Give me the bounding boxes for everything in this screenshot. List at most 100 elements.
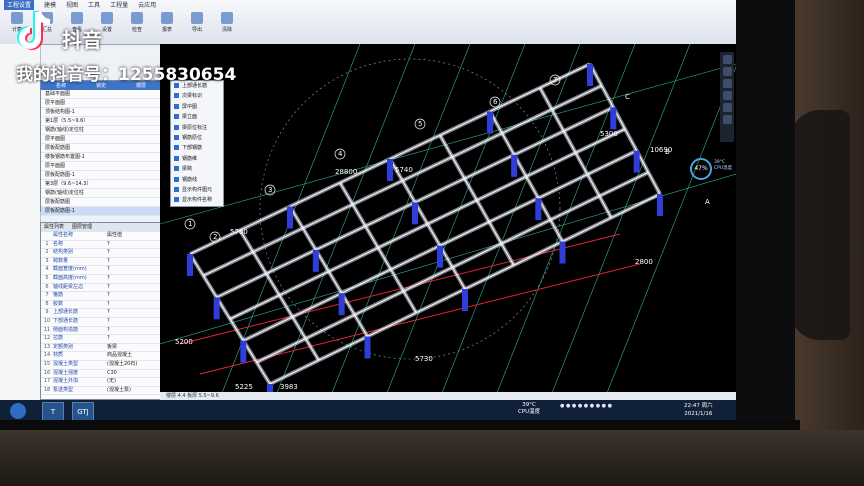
- checkbox-checked-icon[interactable]: [174, 186, 179, 192]
- property-name: 上部通长筋: [53, 309, 79, 316]
- checkbox-checked-icon[interactable]: [174, 176, 179, 182]
- report-button[interactable]: 报表: [154, 12, 180, 33]
- property-value: C30: [107, 369, 117, 376]
- property-index: 5: [45, 274, 49, 281]
- checkbox-checked-icon[interactable]: [174, 93, 179, 99]
- layer-checkbox-row[interactable]: 钢筋维: [171, 154, 223, 164]
- property-row[interactable]: 11 侧面构造筋?: [41, 327, 161, 336]
- layer-checkbox-row[interactable]: 显示构件名称: [171, 195, 223, 205]
- property-row[interactable]: 16 混凝土强度 C30: [41, 370, 161, 379]
- tab-layer-manager[interactable]: 图层管理: [69, 223, 95, 232]
- property-index: 7: [45, 292, 49, 299]
- system-tray-icons[interactable]: ● ● ● ● ● ● ● ● ●: [560, 403, 612, 409]
- component-tree[interactable]: [0, 44, 41, 400]
- export-button[interactable]: 导出: [184, 12, 210, 33]
- layer-checkbox-row[interactable]: 显示构件图元: [171, 185, 223, 195]
- property-index: 6: [45, 283, 49, 290]
- axis-number-label: 2: [213, 233, 217, 241]
- layer-checkbox-row[interactable]: 梁跨: [171, 164, 223, 174]
- watermark-title: 抖音: [62, 28, 102, 52]
- beam-edge: [289, 206, 368, 337]
- property-row[interactable]: 4 截面宽度(mm)?: [41, 266, 161, 275]
- layer-row[interactable]: 钢筋(轴线)定位柱: [41, 189, 161, 198]
- layer-row[interactable]: 顶板结构图-1: [41, 108, 161, 117]
- column: [657, 194, 663, 216]
- tab-quantities[interactable]: 工程量: [110, 0, 128, 10]
- property-row[interactable]: 17 混凝土外加 (无): [41, 378, 161, 387]
- check-button[interactable]: 检查: [124, 12, 150, 33]
- property-row[interactable]: 2 结构类别?: [41, 249, 161, 258]
- layer-row[interactable]: 第1层（5.5~9.6）: [41, 117, 161, 126]
- layer-checkbox-label: 显示构件图元: [182, 186, 213, 193]
- home-view-icon[interactable]: [722, 91, 732, 100]
- layer-checkbox-label: 下部钢筋: [182, 145, 203, 152]
- axis-number-label: 7: [553, 76, 557, 84]
- checkbox-checked-icon[interactable]: [174, 103, 179, 109]
- property-row[interactable]: 5 截面高度(mm)?: [41, 275, 161, 284]
- property-row[interactable]: 6 轴线距梁左边?: [41, 284, 161, 293]
- checkbox-checked-icon[interactable]: [174, 124, 179, 130]
- layer-row[interactable]: 基础平面图: [41, 90, 161, 99]
- property-row[interactable]: 18 泵送类型 (混凝土泵): [41, 387, 161, 396]
- layer-row[interactable]: 层平面图: [41, 99, 161, 108]
- column: [511, 154, 518, 177]
- property-value: ?: [107, 317, 110, 324]
- checkbox-checked-icon[interactable]: [174, 134, 179, 140]
- dimension-label: 5300: [600, 130, 618, 138]
- tab-view[interactable]: 视图: [66, 0, 78, 10]
- layer-row[interactable]: 楼板钢筋布置图-1: [41, 153, 161, 162]
- layer-checkbox-row[interactable]: 钢筋线: [171, 175, 223, 185]
- layer-row[interactable]: 层板配筋图: [41, 144, 161, 153]
- taskbar-clock[interactable]: 22:47 周六 2021/1/16: [684, 402, 713, 418]
- property-name: 结构类别: [53, 249, 74, 256]
- layer-row[interactable]: 层板配筋图-1: [41, 171, 161, 180]
- layer-checkbox-row[interactable]: 次梁标识: [171, 91, 223, 101]
- layer-row[interactable]: 层平面图: [41, 162, 161, 171]
- layer-checkbox-row[interactable]: 下部钢筋: [171, 143, 223, 153]
- checkbox-checked-icon[interactable]: [174, 197, 179, 203]
- start-button[interactable]: [10, 403, 26, 419]
- checkbox-checked-icon[interactable]: [174, 145, 179, 151]
- cad-3d-viewport[interactable]: 28800 5740 5730 2800 5700 5300 10690 5200 5225 39…: [160, 44, 736, 398]
- layer-checkbox-row[interactable]: 屏中图: [171, 102, 223, 112]
- taskbar-app-gtj[interactable]: GTJ: [72, 402, 94, 422]
- layer-row[interactable]: 层板配筋图: [41, 198, 161, 207]
- dimension-label: 28800: [335, 168, 357, 176]
- tab-property-list[interactable]: 属性列表: [41, 223, 67, 232]
- property-value: ?: [107, 257, 110, 264]
- axis-number-label: 1: [188, 220, 192, 228]
- checkbox-checked-icon[interactable]: [174, 155, 179, 161]
- beam-edge: [489, 111, 563, 242]
- pan-icon[interactable]: [722, 79, 732, 88]
- property-row[interactable]: 12 拉筋?: [41, 335, 161, 344]
- property-row[interactable]: 10 下部通长筋?: [41, 318, 161, 327]
- rotate-icon[interactable]: [722, 55, 732, 64]
- clear-button[interactable]: 清除: [214, 12, 240, 33]
- layer-row[interactable]: 第3层（9.6~14.3）: [41, 180, 161, 189]
- property-row[interactable]: 7 箍筋?: [41, 292, 161, 301]
- property-row[interactable]: 14 材质 商品混凝土: [41, 352, 161, 361]
- layer-checkbox-row[interactable]: 梁立面: [171, 112, 223, 122]
- tray-cpu-temp: 39°C CPU温度: [518, 402, 541, 415]
- property-row[interactable]: 9 上部通长筋?: [41, 309, 161, 318]
- douyin-logo-icon: [17, 10, 51, 50]
- layers-icon[interactable]: [722, 103, 732, 112]
- property-index: 9: [45, 309, 49, 316]
- layer-row[interactable]: 层平面图: [41, 135, 161, 144]
- layer-row[interactable]: 层板配筋图-1: [41, 207, 161, 216]
- property-name: 轴线距梁左边: [53, 283, 84, 290]
- checkbox-checked-icon[interactable]: [174, 166, 179, 172]
- dimension-label: 3983: [280, 383, 298, 391]
- layer-checkbox-row[interactable]: 梁原位标注: [171, 123, 223, 133]
- layer-row[interactable]: 钢筋(轴线)定位柱: [41, 126, 161, 135]
- axis-letter-label: B: [665, 148, 670, 156]
- checkbox-checked-icon[interactable]: [174, 114, 179, 120]
- tab-tools[interactable]: 工具: [88, 0, 100, 10]
- taskbar-app-t[interactable]: T: [42, 402, 64, 422]
- layer-checkbox-row[interactable]: 钢筋原位: [171, 133, 223, 143]
- property-row[interactable]: 1 名称?: [41, 241, 161, 250]
- fit-icon[interactable]: [722, 115, 732, 124]
- zoom-icon[interactable]: [722, 67, 732, 76]
- property-row[interactable]: 15 混凝土类型 (混凝土20石): [41, 361, 161, 370]
- tab-cloud[interactable]: 云应用: [138, 0, 156, 10]
